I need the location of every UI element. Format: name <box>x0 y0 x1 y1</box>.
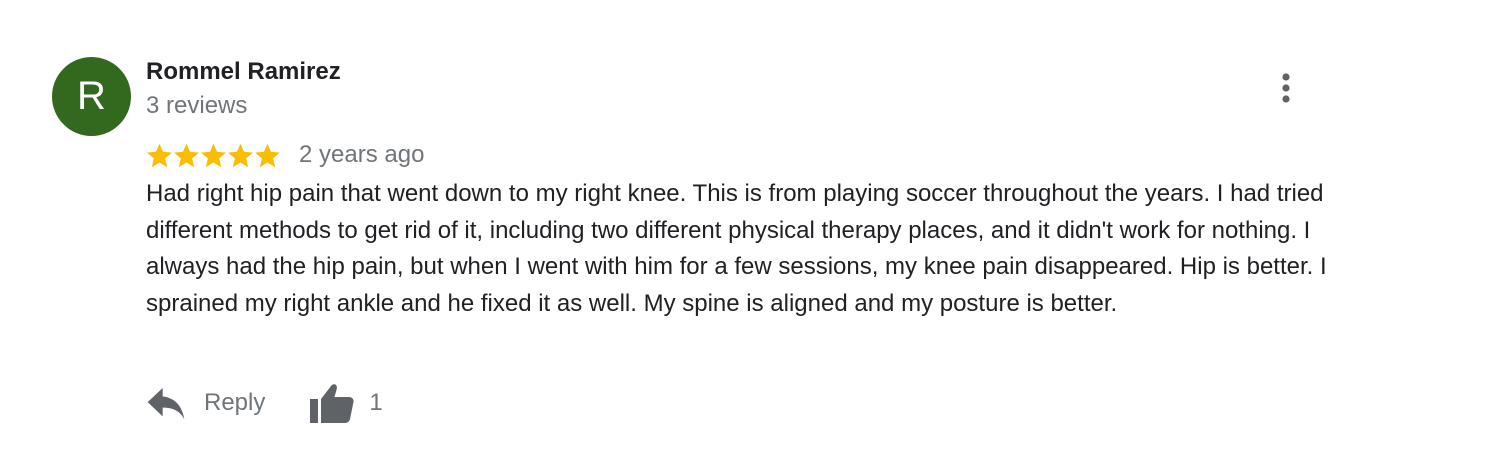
author-name[interactable]: Rommel Ramirez <box>146 58 341 86</box>
review-card: R Rommel Ramirez 3 reviews 2 years ago H… <box>0 0 1490 468</box>
more-vert-icon <box>1282 73 1290 103</box>
star-icon <box>228 143 253 167</box>
like-button[interactable]: 1 <box>309 382 383 424</box>
like-count: 1 <box>369 389 383 416</box>
star-icon <box>201 143 226 167</box>
review-date: 2 years ago <box>299 141 425 168</box>
avatar[interactable]: R <box>52 57 131 136</box>
rating-row: 2 years ago <box>146 138 424 172</box>
review-actions: Reply 1 <box>146 378 383 428</box>
reply-button[interactable]: Reply <box>146 386 265 420</box>
thumbs-up-icon <box>310 384 354 423</box>
more-options-button[interactable] <box>1268 68 1304 108</box>
star-rating <box>146 142 281 169</box>
reply-label: Reply <box>204 389 266 416</box>
review-count[interactable]: 3 reviews <box>146 92 247 120</box>
star-icon <box>147 143 172 167</box>
star-icon <box>255 143 280 167</box>
reply-icon <box>147 388 185 420</box>
review-text: Had right hip pain that went down to my … <box>146 180 1327 317</box>
star-icon <box>174 143 199 167</box>
